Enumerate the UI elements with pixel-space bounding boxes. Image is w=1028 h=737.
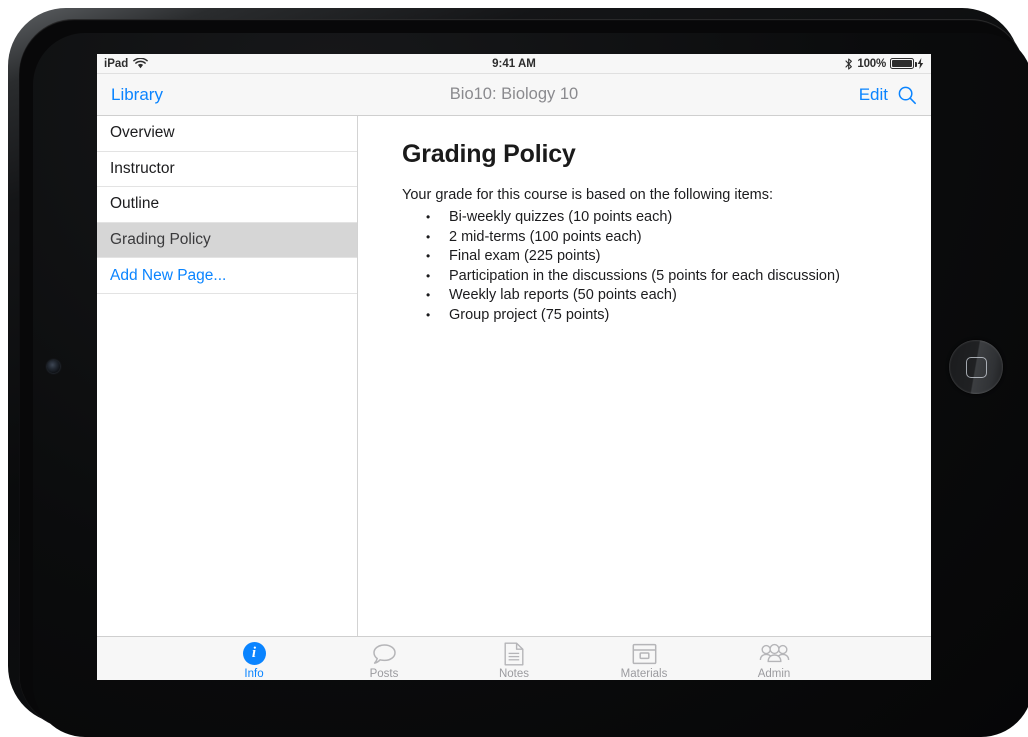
status-bar: iPad 9:41 AM 100% xyxy=(97,54,931,74)
home-button[interactable] xyxy=(949,340,1003,394)
page-title: Bio10: Biology 10 xyxy=(449,85,579,103)
grading-items-list: Bi-weekly quizzes (10 points each) 2 mid… xyxy=(402,208,903,325)
content-area: Overview Instructor Outline Grading Poli… xyxy=(97,116,931,636)
tab-label: Notes xyxy=(498,668,530,680)
list-item: Final exam (225 points) xyxy=(402,247,903,267)
speech-bubble-icon xyxy=(372,641,397,666)
edit-button[interactable]: Edit xyxy=(859,85,888,105)
sidebar-item-add-new-page[interactable]: Add New Page... xyxy=(97,258,357,294)
sidebar-item-label: Overview xyxy=(110,124,175,142)
bluetooth-icon xyxy=(845,57,853,70)
sidebar-item-overview[interactable]: Overview xyxy=(97,116,357,152)
battery-percent-label: 100% xyxy=(857,57,886,70)
sidebar-item-grading-policy[interactable]: Grading Policy xyxy=(97,222,357,259)
tab-notes[interactable]: Notes xyxy=(475,641,553,680)
ipad-screen: iPad 9:41 AM 100% Library Bio10: Biology… xyxy=(97,54,931,680)
home-button-square-icon xyxy=(965,356,987,378)
sidebar-page-list: Overview Instructor Outline Grading Poli… xyxy=(97,116,358,636)
detail-intro-text: Your grade for this course is based on t… xyxy=(402,187,774,203)
navigation-bar: Library Bio10: Biology 10 Edit xyxy=(97,74,931,116)
sidebar-item-outline[interactable]: Outline xyxy=(97,187,357,223)
list-item: Weekly lab reports (50 points each) xyxy=(402,286,903,306)
list-item: Bi-weekly quizzes (10 points each) xyxy=(402,208,903,228)
info-circle-icon: i xyxy=(242,641,266,666)
tab-info[interactable]: i Info xyxy=(215,641,293,680)
people-group-icon xyxy=(759,641,790,666)
sidebar-item-label: Add New Page... xyxy=(110,266,227,284)
detail-title: Grading Policy xyxy=(402,140,576,168)
tab-label: Materials xyxy=(620,668,668,680)
tab-admin[interactable]: Admin xyxy=(735,641,813,680)
navigation-bar-right: Edit xyxy=(859,85,917,105)
tab-bar: i Info Posts Notes Materials Admin xyxy=(97,636,931,680)
sidebar-item-instructor[interactable]: Instructor xyxy=(97,151,357,188)
detail-pane: Grading Policy Your grade for this cours… xyxy=(358,116,931,636)
tab-label: Admin xyxy=(757,668,791,680)
list-item: 2 mid-terms (100 points each) xyxy=(402,228,903,248)
lightning-bolt-icon xyxy=(917,58,924,69)
archive-box-icon xyxy=(632,641,657,666)
search-icon[interactable] xyxy=(897,85,917,105)
status-bar-right: 100% xyxy=(845,58,924,70)
tab-posts[interactable]: Posts xyxy=(345,641,423,680)
document-lines-icon xyxy=(504,641,524,666)
front-camera-icon xyxy=(47,360,60,373)
list-item: Group project (75 points) xyxy=(402,306,903,326)
tab-materials[interactable]: Materials xyxy=(605,641,683,680)
sidebar-item-label: Instructor xyxy=(110,159,175,177)
sidebar-item-label: Outline xyxy=(110,195,160,213)
tab-label: Info xyxy=(244,668,264,680)
battery-full-icon xyxy=(890,58,917,69)
tab-label: Posts xyxy=(369,668,399,680)
status-bar-time: 9:41 AM xyxy=(492,57,536,70)
sidebar-item-label: Grading Policy xyxy=(110,231,211,249)
list-item: Participation in the discussions (5 poin… xyxy=(402,267,903,287)
